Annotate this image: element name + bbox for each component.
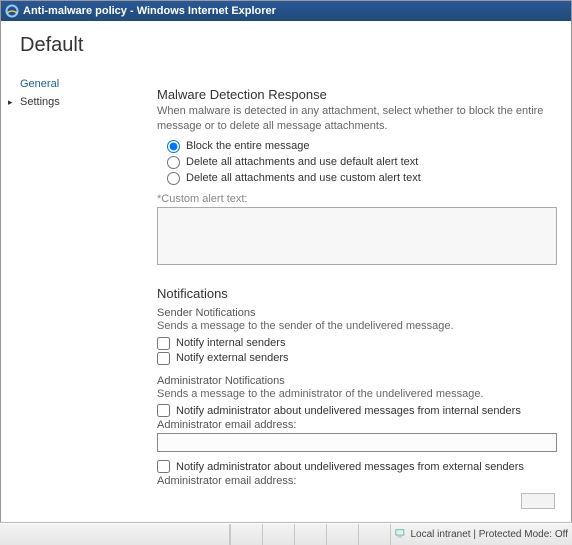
radio-block-message-label: Block the entire message xyxy=(186,140,310,152)
page-title: Default xyxy=(20,34,146,57)
radio-delete-custom-input[interactable] xyxy=(167,172,180,185)
status-cell xyxy=(230,524,262,545)
nav-general[interactable]: General xyxy=(6,75,146,93)
check-notify-admin-internal[interactable]: Notify administrator about undelivered m… xyxy=(157,404,557,417)
malware-desc: When malware is detected in any attachme… xyxy=(157,104,557,134)
radio-delete-custom-label: Delete all attachments and use custom al… xyxy=(186,172,421,184)
status-cell xyxy=(0,524,230,545)
radio-delete-default-label: Delete all attachments and use default a… xyxy=(186,156,418,168)
status-cell xyxy=(358,524,390,545)
admin-email-external-label: Administrator email address: xyxy=(157,475,557,487)
status-bar: Local intranet | Protected Mode: Off xyxy=(0,522,572,545)
status-zone-text: Local intranet | Protected Mode: Off xyxy=(411,529,569,540)
check-notify-admin-internal-label: Notify administrator about undelivered m… xyxy=(176,405,521,417)
check-notify-internal-senders-label: Notify internal senders xyxy=(176,337,285,349)
radio-block-message-input[interactable] xyxy=(167,140,180,153)
admin-notifications-sub: Administrator Notifications xyxy=(157,375,557,387)
notifications-heading: Notifications xyxy=(157,286,557,301)
status-cell xyxy=(294,524,326,545)
window-titlebar: Anti-malware policy - Windows Internet E… xyxy=(1,1,571,21)
window-title: Anti-malware policy - Windows Internet E… xyxy=(23,5,276,17)
check-notify-internal-senders-input[interactable] xyxy=(157,337,170,350)
radio-delete-default-input[interactable] xyxy=(167,156,180,169)
side-nav: General Settings xyxy=(6,75,146,111)
status-cell xyxy=(326,524,358,545)
computer-icon xyxy=(395,528,407,541)
custom-alert-textarea[interactable] xyxy=(157,207,557,265)
nav-settings[interactable]: Settings xyxy=(6,93,146,111)
admin-email-internal-input[interactable] xyxy=(157,433,557,452)
status-zone: Local intranet | Protected Mode: Off xyxy=(390,524,572,545)
custom-alert-label: *Custom alert text: xyxy=(157,193,557,205)
check-notify-admin-external-input[interactable] xyxy=(157,460,170,473)
main-panel: Malware Detection Response When malware … xyxy=(157,29,565,511)
check-notify-external-senders-input[interactable] xyxy=(157,352,170,365)
sender-notifications-sub: Sender Notifications xyxy=(157,307,557,319)
radio-delete-custom[interactable]: Delete all attachments and use custom al… xyxy=(167,172,557,185)
admin-email-internal-label: Administrator email address: xyxy=(157,419,557,431)
check-notify-external-senders-label: Notify external senders xyxy=(176,352,289,364)
radio-delete-default[interactable]: Delete all attachments and use default a… xyxy=(167,156,557,169)
ok-button[interactable] xyxy=(521,493,555,509)
admin-notifications-desc: Sends a message to the administrator of … xyxy=(157,387,557,402)
status-cell xyxy=(262,524,294,545)
check-notify-external-senders[interactable]: Notify external senders xyxy=(157,352,557,365)
check-notify-internal-senders[interactable]: Notify internal senders xyxy=(157,337,557,350)
malware-heading: Malware Detection Response xyxy=(157,87,557,102)
ie-icon xyxy=(5,4,19,18)
radio-block-message[interactable]: Block the entire message xyxy=(167,140,557,153)
check-notify-admin-internal-input[interactable] xyxy=(157,404,170,417)
check-notify-admin-external[interactable]: Notify administrator about undelivered m… xyxy=(157,460,557,473)
check-notify-admin-external-label: Notify administrator about undelivered m… xyxy=(176,461,524,473)
sender-notifications-desc: Sends a message to the sender of the und… xyxy=(157,319,557,334)
